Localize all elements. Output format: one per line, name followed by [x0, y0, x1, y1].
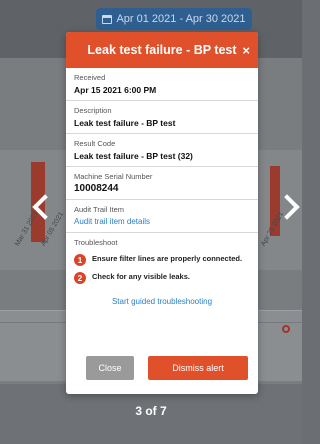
audit-trail-link[interactable]: Audit trail item details: [74, 216, 250, 228]
received-label: Received: [74, 73, 106, 82]
audit-trail-label: Audit Trail Item: [74, 205, 125, 214]
calendar-icon: [102, 14, 113, 24]
guided-troubleshooting-link[interactable]: Start guided troubleshooting: [74, 296, 250, 308]
modal-header: Leak test failure - BP test ×: [66, 32, 258, 68]
date-range-chip: Apr 01 2021 - Apr 30 2021: [96, 8, 252, 30]
step-text: Check for any visible leaks.: [92, 272, 190, 281]
alert-modal: Leak test failure - BP test × Received A…: [66, 32, 258, 394]
troubleshoot-step: 1 Ensure filter lines are properly conne…: [74, 254, 250, 266]
troubleshoot-step: 2 Check for any visible leaks.: [74, 272, 250, 284]
close-icon[interactable]: ×: [242, 43, 250, 58]
troubleshoot-section: Troubleshoot 1 Ensure filter lines are p…: [66, 233, 258, 312]
troubleshoot-label: Troubleshoot: [74, 238, 118, 247]
serial-number-label: Machine Serial Number: [74, 172, 153, 181]
result-code-label: Result Code: [74, 139, 116, 148]
serial-number-field: Machine Serial Number 10008244: [66, 167, 258, 200]
result-code-value: Leak test failure - BP test (32): [74, 151, 193, 161]
chevron-right-icon: [274, 194, 300, 220]
received-value: Apr 15 2021 6:00 PM: [74, 85, 157, 95]
step-text: Ensure filter lines are properly connect…: [92, 254, 243, 263]
description-label: Description: [74, 106, 112, 115]
description-field: Description Leak test failure - BP test: [66, 101, 258, 134]
next-alert-button[interactable]: [274, 186, 302, 226]
step-number-badge: 2: [74, 272, 86, 284]
serial-number-value: 10008244: [74, 183, 119, 194]
chevron-left-icon: [32, 194, 58, 220]
audit-trail-field: Audit Trail Item Audit trail item detail…: [66, 200, 258, 233]
result-code-field: Result Code Leak test failure - BP test …: [66, 134, 258, 167]
previous-alert-button[interactable]: [28, 186, 58, 226]
alert-pager: 3 of 7: [135, 404, 167, 418]
received-field: Received Apr 15 2021 6:00 PM: [66, 68, 258, 101]
dismiss-alert-button[interactable]: Dismiss alert: [148, 356, 248, 380]
background-status-icon: [282, 325, 290, 333]
modal-actions: Close Dismiss alert: [66, 356, 258, 384]
modal-title: Leak test failure - BP test: [87, 43, 237, 57]
step-number-badge: 1: [74, 254, 86, 266]
close-button[interactable]: Close: [86, 356, 134, 380]
description-value: Leak test failure - BP test: [74, 118, 176, 128]
date-range-text: Apr 01 2021 - Apr 30 2021: [116, 13, 246, 25]
